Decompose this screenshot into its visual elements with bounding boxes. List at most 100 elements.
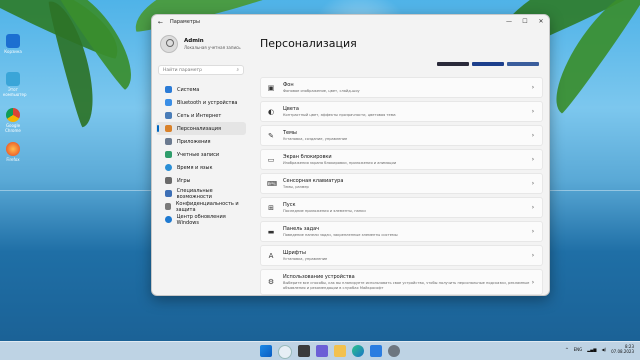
accessibility-icon [165, 190, 172, 197]
sidebar-item-gaming[interactable]: Игры [156, 174, 246, 187]
main-content: Персонализация ▣ Фон Фоновое изображение… [260, 29, 543, 295]
desktop-icon-label: Google Chrome [5, 123, 21, 133]
chrome-icon [6, 108, 20, 122]
window-title: Параметры [170, 19, 200, 25]
sidebar-item-time-language[interactable]: Время и язык [156, 161, 246, 174]
user-profile[interactable]: Admin Локальная учетная запись [152, 29, 250, 53]
card-subtitle: Контрастный цвет, эффекты прозрачности, … [283, 113, 396, 117]
avatar [160, 35, 178, 53]
settings-card-device-usage[interactable]: ⚙ Использование устройства Выберите все … [260, 269, 543, 295]
store-icon[interactable] [370, 345, 382, 357]
search-input[interactable]: Найти параметр ⌕ [158, 65, 244, 75]
card-title: Экран блокировки [283, 154, 332, 160]
sidebar-item-label: Приложения [177, 138, 211, 145]
clock-date: 07.08.2023 [611, 349, 634, 354]
chat-icon[interactable] [316, 345, 328, 357]
font-icon: A [268, 251, 274, 260]
taskbar: ^ ENG ▂▄▆ ◀) 8:23 07.08.2023 [0, 341, 640, 360]
chevron-right-icon: › [531, 156, 535, 163]
gamepad-icon [165, 177, 172, 184]
taskbar-icon: ▬ [267, 227, 275, 236]
sidebar-item-accessibility[interactable]: Специальные возможности [156, 187, 246, 200]
card-subtitle: Последние приложения и элементы, папки [283, 209, 366, 213]
search-placeholder: Найти параметр [163, 67, 202, 73]
firefox-icon [6, 142, 20, 156]
card-title: Пуск [283, 202, 296, 208]
card-title: Панель задач [283, 226, 320, 232]
sidebar-item-system[interactable]: Система [156, 83, 246, 96]
card-subtitle: Поведение панели задач, закрепленные эле… [283, 233, 398, 237]
sidebar-item-privacy[interactable]: Конфиденциальность и защита [156, 200, 246, 213]
taskbar-apps [260, 345, 400, 359]
task-view-icon[interactable] [298, 345, 310, 357]
theme-preview[interactable] [507, 62, 539, 66]
card-subtitle: Установка, создание, управление [283, 137, 348, 141]
system-tray: ^ ENG ▂▄▆ ◀) 8:23 07.08.2023 [565, 344, 634, 354]
card-subtitle: Изображения экрана блокировки, приложени… [283, 161, 397, 165]
start-button[interactable] [260, 345, 272, 357]
clock[interactable]: 8:23 07.08.2023 [611, 344, 634, 354]
settings-gear-icon[interactable] [388, 345, 400, 357]
lock-screen-icon: ▭ [267, 155, 275, 164]
edge-icon[interactable] [352, 345, 364, 357]
close-button[interactable]: ✕ [533, 15, 549, 29]
card-title: Использование устройства [283, 274, 355, 280]
update-icon [165, 216, 172, 223]
minimize-button[interactable]: — [501, 15, 517, 29]
settings-card-background[interactable]: ▣ Фон Фоновое изображение, цвет, слайд-ш… [260, 77, 543, 98]
sidebar-item-windows-update[interactable]: Центр обновления Windows [156, 213, 246, 226]
computer-icon [6, 72, 20, 86]
settings-card-start[interactable]: ⊞ Пуск Последние приложения и элементы, … [260, 197, 543, 218]
network-icon[interactable]: ▂▄▆ [587, 347, 596, 352]
language-indicator[interactable]: ENG [574, 347, 583, 352]
search-icon[interactable] [278, 345, 292, 359]
settings-card-touch-keyboard[interactable]: ⌨ Сенсорная клавиатура Темы, размер › [260, 173, 543, 194]
desktop-icon-label: Этот компьютер [3, 87, 27, 97]
volume-icon[interactable]: ◀) [601, 347, 606, 352]
title-bar: ← Параметры — ☐ ✕ [152, 15, 549, 29]
card-title: Темы [283, 130, 297, 136]
theme-preview[interactable] [437, 62, 469, 66]
settings-card-themes[interactable]: ✎ Темы Установка, создание, управление › [260, 125, 543, 146]
theme-preview[interactable] [472, 62, 504, 66]
card-subtitle: Темы, размер [283, 185, 309, 189]
sidebar-item-bluetooth[interactable]: Bluetooth и устройства [156, 96, 246, 109]
chevron-right-icon: › [531, 228, 535, 235]
desktop-icon-recycle-bin[interactable]: Корзина [3, 34, 23, 54]
chevron-right-icon: › [531, 84, 535, 91]
chevron-up-icon[interactable]: ^ [565, 347, 568, 352]
sidebar-item-network[interactable]: Сеть и Интернет [156, 109, 246, 122]
desktop-icon-chrome[interactable]: Google Chrome [3, 108, 23, 133]
sidebar-item-apps[interactable]: Приложения [156, 135, 246, 148]
bluetooth-icon [165, 99, 172, 106]
shield-icon [165, 203, 171, 210]
sidebar-item-accounts[interactable]: Учетные записи [156, 148, 246, 161]
window-controls: — ☐ ✕ [501, 15, 549, 29]
accounts-icon [165, 151, 172, 158]
card-title: Сенсорная клавиатура [283, 178, 344, 184]
system-icon [165, 86, 172, 93]
background-icon: ▣ [267, 83, 275, 92]
sidebar-item-label: Bluetooth и устройства [177, 99, 238, 106]
back-arrow-icon[interactable]: ← [158, 19, 166, 26]
card-subtitle: Выберите все способы, как вы планируете … [283, 281, 530, 290]
palette-icon: ◐ [267, 107, 275, 116]
card-title: Цвета [283, 106, 299, 112]
card-title: Шрифты [283, 250, 306, 256]
desktop-icon-this-pc[interactable]: Этот компьютер [3, 72, 27, 97]
settings-card-fonts[interactable]: A Шрифты Установка, управление › [260, 245, 543, 266]
settings-card-colors[interactable]: ◐ Цвета Контрастный цвет, эффекты прозра… [260, 101, 543, 122]
recycle-bin-icon [6, 34, 20, 48]
sidebar-item-personalization[interactable]: Персонализация [156, 122, 246, 135]
card-subtitle: Фоновое изображение, цвет, слайд-шоу [283, 89, 360, 93]
desktop-icon-firefox[interactable]: Firefox [3, 142, 23, 162]
chevron-right-icon: › [531, 108, 535, 115]
settings-card-lock-screen[interactable]: ▭ Экран блокировки Изображения экрана бл… [260, 149, 543, 170]
sidebar-item-label: Сеть и Интернет [177, 112, 222, 119]
settings-card-taskbar[interactable]: ▬ Панель задач Поведение панели задач, з… [260, 221, 543, 242]
file-explorer-icon[interactable] [334, 345, 346, 357]
start-icon: ⊞ [268, 203, 274, 212]
chevron-right-icon: › [531, 252, 535, 259]
sidebar-item-label: Игры [177, 177, 191, 184]
maximize-button[interactable]: ☐ [517, 15, 533, 29]
